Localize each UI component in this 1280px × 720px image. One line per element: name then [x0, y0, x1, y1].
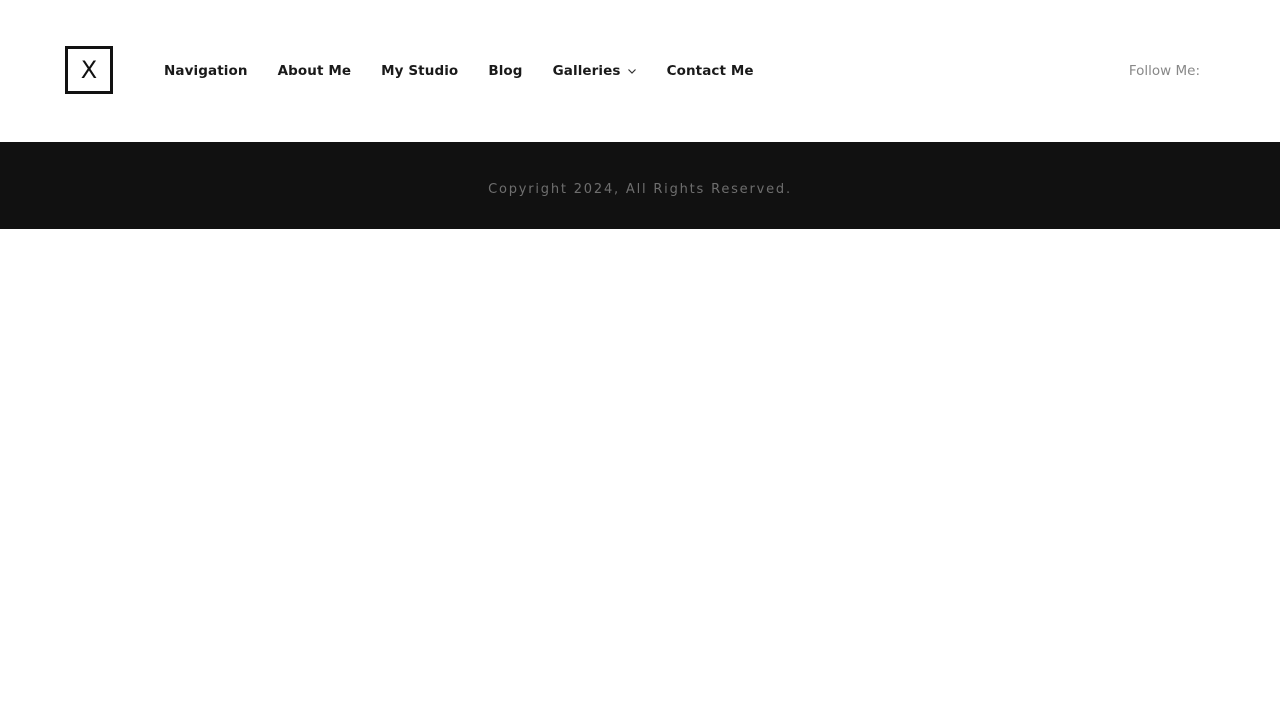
nav-item-label: My Studio	[381, 63, 459, 79]
nav-item-galleries[interactable]: Galleries	[553, 63, 637, 79]
site-header: X Navigation About Me My Studio Blog Gal…	[0, 0, 1280, 142]
nav-item-blog[interactable]: Blog	[488, 63, 522, 79]
page: X Navigation About Me My Studio Blog Gal…	[0, 0, 1280, 720]
logo-text: X	[80, 56, 98, 84]
nav-item-label: Blog	[488, 63, 523, 79]
nav-item-contact-me[interactable]: Contact Me	[667, 63, 754, 79]
site-logo[interactable]: X	[65, 46, 113, 94]
copyright-text: Copyright 2024, All Rights Reserved.	[488, 182, 792, 197]
nav-item-about-me[interactable]: About Me	[278, 63, 352, 79]
nav-item-label: Contact Me	[666, 63, 754, 79]
nav-item-label: Navigation	[164, 63, 248, 79]
nav-item-navigation[interactable]: Navigation	[164, 63, 248, 79]
nav-item-label: Galleries	[552, 63, 621, 79]
nav-item-my-studio[interactable]: My Studio	[381, 63, 458, 79]
main-navigation: Navigation About Me My Studio Blog Galle…	[164, 60, 754, 82]
nav-item-label: About Me	[277, 63, 352, 79]
follow-me-label: Follow Me:	[1128, 63, 1200, 79]
site-footer: Copyright 2024, All Rights Reserved.	[0, 142, 1280, 229]
chevron-down-icon	[627, 69, 636, 74]
